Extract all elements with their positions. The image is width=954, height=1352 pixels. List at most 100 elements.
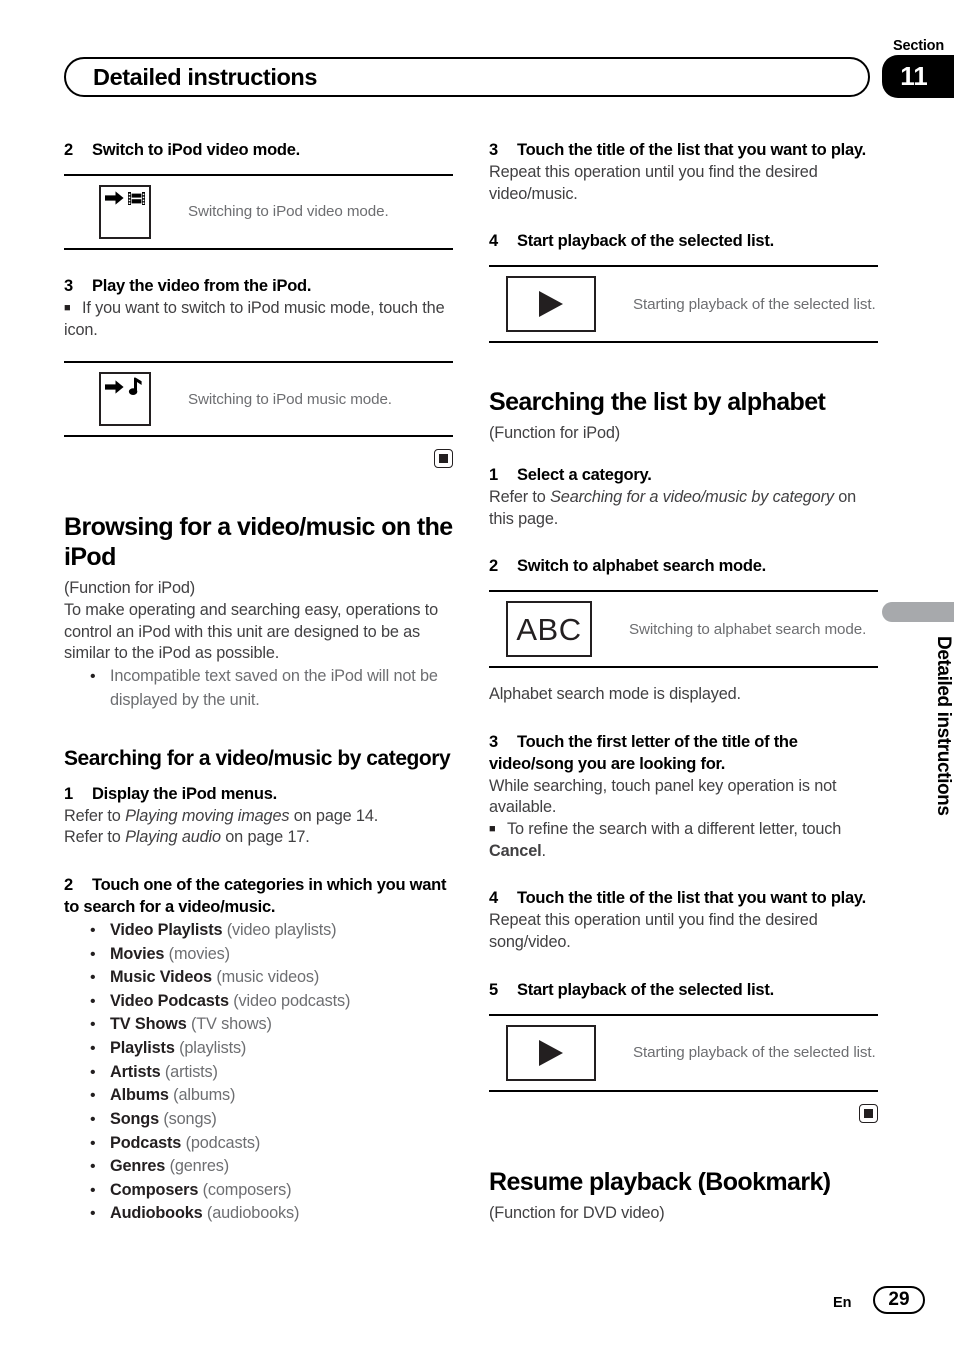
operation-caption: Switching to iPod music mode. [188,390,392,408]
page-header: Section 11 Detailed instructions [0,0,954,120]
list-item: Composers (composers) [64,1179,453,1203]
section-heading: Resume playback (Bookmark) [489,1167,831,1196]
operation-row-abc: ABC Switching to alphabet search mode. [489,590,878,669]
step-heading: 4 Start playback of the selected list. [489,231,878,253]
category-description: (music videos) [211,968,320,987]
refer-prefix: Refer to [64,806,126,825]
category-name: Playlists [110,1039,175,1058]
step-text: Switch to alphabet search mode. [517,557,766,576]
square-bullet-icon: ■ [489,823,496,835]
end-of-section-row [489,1103,878,1123]
left-column: 2 Switch to iPod video mode. Switching t… [64,140,453,1226]
side-tab-label: Detailed instructions [933,636,954,816]
step-heading: 3 Play the video from the iPod. [64,276,453,298]
page-title: Detailed instructions [93,63,318,90]
arrow-right-icon [105,380,124,394]
operation-row-play-2: Starting playback of the selected list. [489,1013,878,1092]
step-heading: 2 Switch to alphabet search mode. [489,556,878,578]
arrow-right-icon [105,191,124,206]
play-glyph-icon [539,291,563,318]
square-bullet-icon: ■ [64,301,71,314]
operation-caption: Starting playback of the selected list. [633,1044,876,1062]
category-name: Video Podcasts [110,991,229,1010]
abc-label: ABC [516,611,582,647]
category-description: (composers) [198,1180,292,1199]
step-heading: 5 Start playback of the selected list. [489,980,878,1002]
step-number: 3 [489,732,498,751]
abc-text-icon: ABC [506,601,592,658]
section-number-badge: 11 [882,55,954,98]
category-name: Audiobooks [110,1204,203,1223]
operation-row-play-1: Starting playback of the selected list. [489,265,878,344]
square-note-bold: Cancel [489,841,542,860]
step-number: 3 [489,141,498,159]
right-column: 3 Touch the title of the list that you wa… [489,140,878,1224]
step-text: Start playback of the selected list. [517,232,774,251]
cross-reference-line: Refer to Playing audio on page 17. [64,827,453,849]
category-description: (artists) [160,1062,218,1081]
list-item: Artists (artists) [64,1061,453,1085]
section-heading: Browsing for a video/music on the iPod [64,513,453,572]
page-number-badge: 29 [873,1286,925,1314]
operation-caption: Switching to iPod video mode. [188,203,389,221]
step-heading: 3 Touch the first letter of the title of … [489,732,878,776]
running-head-pill: Detailed instructions [64,57,870,97]
music-note-icon [128,377,142,396]
category-description: (video podcasts) [228,991,351,1010]
list-item: Songs (songs) [64,1108,453,1132]
step-heading: 1 Display the iPod menus. [64,784,453,806]
arrow-film-strip-icon [99,184,151,239]
refer-prefix: Refer to [64,828,126,847]
step-text: Touch the title of the list that you wan… [517,889,866,908]
step-number: 4 [489,889,498,908]
step-text: Display the iPod menus. [92,784,277,803]
function-note: (Function for iPod) [64,579,196,598]
list-item: Genres (genres) [64,1155,453,1179]
list-item: Incompatible text saved on the iPod will… [64,665,453,712]
category-name: Podcasts [110,1133,182,1152]
step-text: Switch to iPod video mode. [92,141,301,159]
side-thumb-tab [882,602,954,622]
list-item: Audiobooks (audiobooks) [64,1202,453,1226]
step-number: 5 [489,980,498,999]
operation-row-music: Switching to iPod music mode. [64,361,453,438]
category-list: Video Playlists (video playlists)Movies … [64,919,453,1226]
category-name: Composers [110,1180,199,1199]
cross-reference-line: Refer to Searching for a video/music by … [489,487,878,530]
operation-row-video: Switching to iPod video mode. [64,173,453,250]
step-heading: 2 Switch to iPod video mode. [64,140,453,162]
section-heading: Searching the list by alphabet [489,388,826,417]
icon-glyph-group [105,377,145,396]
refer-title: Playing moving images [125,806,290,825]
refer-title: Playing audio [125,828,221,847]
step-body: While searching, touch panel key operati… [489,776,837,817]
step-text: Touch one of the categories in which you… [64,876,447,916]
icon-glyph-group [105,190,145,207]
refer-prefix: Refer to [489,487,551,506]
operation-caption: Switching to alphabet search mode. [629,620,867,638]
step-number: 2 [489,557,498,576]
section-label: Section [893,38,944,54]
list-item-text: Incompatible text saved on the iPod will… [110,666,438,709]
list-item: Video Playlists (video playlists) [64,919,453,943]
step-text: Touch the title of the list that you wan… [517,141,866,159]
category-description: (playlists) [174,1039,247,1058]
list-item: Movies (movies) [64,943,453,967]
category-name: Movies [110,944,165,963]
list-item: Podcasts (podcasts) [64,1132,453,1156]
step-body: Repeat this operation until you find the… [489,911,818,951]
step-text: Touch the first letter of the title of t… [489,732,798,773]
square-note: ■ If you want to switch to iPod music mod… [64,298,453,341]
square-note-text: If you want to switch to iPod music mode… [64,298,445,339]
list-item: Playlists (playlists) [64,1037,453,1061]
category-name: Genres [110,1157,166,1176]
play-triangle-icon [506,276,596,333]
step-number: 1 [489,465,498,484]
square-note-text: To refine the search with a different le… [507,820,842,838]
step-text: Start playback of the selected list. [517,980,774,999]
square-note: ■ To refine the search with a different l… [489,819,878,862]
sub-heading: Searching for a video/music by category [64,747,451,771]
step-heading: 1 Select a category. [489,465,878,487]
category-description: (movies) [164,944,230,963]
after-operation-note: Alphabet search mode is displayed. [489,685,741,704]
